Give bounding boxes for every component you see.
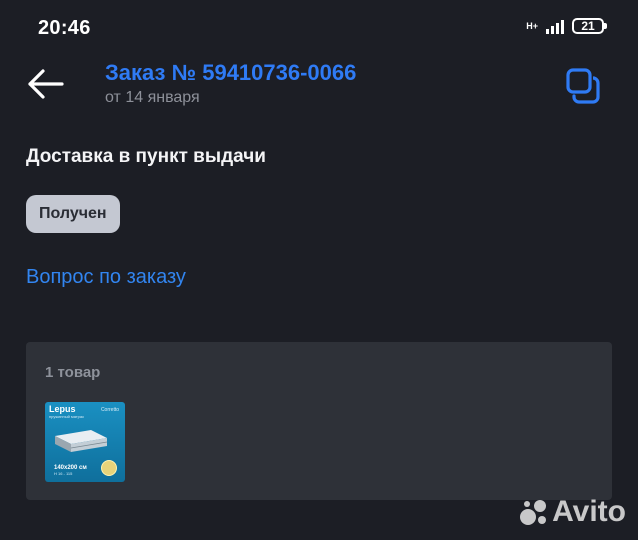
network-type-label: H+ xyxy=(526,20,538,31)
items-card: 1 товар Lepus пружинный матрас Corretto … xyxy=(26,342,612,500)
order-date: от 14 января xyxy=(105,89,200,106)
watermark-text: Avito xyxy=(552,495,626,528)
product-brand-text: Lepus xyxy=(49,404,76,414)
product-size-note: H 16 - 115 xyxy=(54,471,73,476)
avito-logo-icon xyxy=(520,500,547,525)
status-time: 20:46 xyxy=(38,17,91,39)
avito-watermark: Avito xyxy=(519,497,626,527)
mattress-icon xyxy=(55,430,108,452)
copy-icon xyxy=(566,68,600,104)
quality-seal-icon xyxy=(101,460,117,476)
status-badge: Получен xyxy=(26,195,120,233)
copy-order-number-button[interactable] xyxy=(562,66,602,106)
product-series-text: Corretto xyxy=(100,407,119,413)
order-header: Заказ № 59410736-0066 от 14 января xyxy=(0,56,638,126)
status-bar: 20:46 H+ 21 xyxy=(0,0,638,56)
items-count-label: 1 товар xyxy=(45,364,101,381)
signal-strength-icon xyxy=(546,18,564,34)
order-title: Заказ № 59410736-0066 xyxy=(105,60,357,85)
product-subtitle-text: пружинный матрас xyxy=(49,414,85,419)
product-thumbnail[interactable]: Lepus пружинный матрас Corretto 140x200 … xyxy=(45,402,125,482)
status-icons: H+ 21 xyxy=(526,18,607,34)
battery-icon: 21 xyxy=(572,18,607,34)
back-button[interactable] xyxy=(24,64,68,104)
delivery-type-heading: Доставка в пункт выдачи xyxy=(26,146,266,167)
order-question-link[interactable]: Вопрос по заказу xyxy=(26,266,186,289)
arrow-left-icon xyxy=(28,69,64,99)
battery-level: 21 xyxy=(581,19,595,33)
